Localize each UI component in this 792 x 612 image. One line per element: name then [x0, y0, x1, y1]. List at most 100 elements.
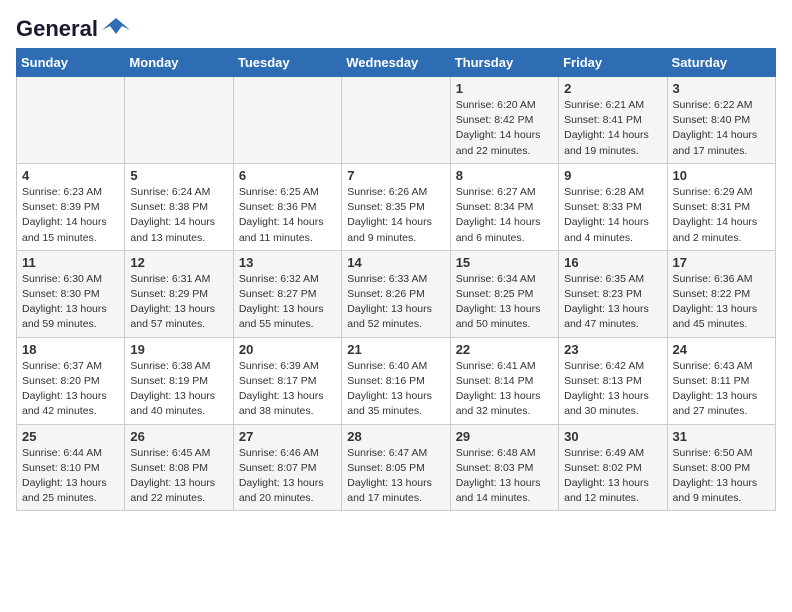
day-detail: Sunrise: 6:50 AMSunset: 8:00 PMDaylight:… — [673, 446, 770, 507]
day-number: 31 — [673, 429, 770, 444]
day-detail: Sunrise: 6:39 AMSunset: 8:17 PMDaylight:… — [239, 359, 336, 420]
day-detail: Sunrise: 6:40 AMSunset: 8:16 PMDaylight:… — [347, 359, 444, 420]
day-number: 3 — [673, 81, 770, 96]
day-cell — [125, 77, 233, 164]
day-number: 30 — [564, 429, 661, 444]
day-number: 26 — [130, 429, 227, 444]
day-number: 18 — [22, 342, 119, 357]
day-cell: 31 Sunrise: 6:50 AMSunset: 8:00 PMDayligh… — [667, 424, 775, 511]
day-detail: Sunrise: 6:24 AMSunset: 8:38 PMDaylight:… — [130, 185, 227, 246]
day-detail: Sunrise: 6:31 AMSunset: 8:29 PMDaylight:… — [130, 272, 227, 333]
day-detail: Sunrise: 6:30 AMSunset: 8:30 PMDaylight:… — [22, 272, 119, 333]
day-number: 7 — [347, 168, 444, 183]
day-cell: 4Sunrise: 6:23 AMSunset: 8:39 PMDaylight… — [17, 163, 125, 250]
day-number: 27 — [239, 429, 336, 444]
day-cell: 2 Sunrise: 6:21 AMSunset: 8:41 PMDaylight… — [559, 77, 667, 164]
day-number: 1 — [456, 81, 553, 96]
week-row-4: 18Sunrise: 6:37 AMSunset: 8:20 PMDayligh… — [17, 337, 776, 424]
week-row-5: 25 Sunrise: 6:44 AMSunset: 8:10 PMDayligh… — [17, 424, 776, 511]
day-cell: 22 Sunrise: 6:41 AMSunset: 8:14 PMDayligh… — [450, 337, 558, 424]
header-saturday: Saturday — [667, 49, 775, 77]
day-detail: Sunrise: 6:44 AMSunset: 8:10 PMDaylight:… — [22, 446, 119, 507]
header-monday: Monday — [125, 49, 233, 77]
day-detail: Sunrise: 6:41 AMSunset: 8:14 PMDaylight:… — [456, 359, 553, 420]
day-detail: Sunrise: 6:21 AMSunset: 8:41 PMDaylight:… — [564, 98, 661, 159]
day-number: 17 — [673, 255, 770, 270]
day-number: 25 — [22, 429, 119, 444]
day-detail: Sunrise: 6:47 AMSunset: 8:05 PMDaylight:… — [347, 446, 444, 507]
day-detail: Sunrise: 6:49 AMSunset: 8:02 PMDaylight:… — [564, 446, 661, 507]
day-detail: Sunrise: 6:36 AMSunset: 8:22 PMDaylight:… — [673, 272, 770, 333]
day-number: 24 — [673, 342, 770, 357]
day-detail: Sunrise: 6:33 AMSunset: 8:26 PMDaylight:… — [347, 272, 444, 333]
day-number: 10 — [673, 168, 770, 183]
day-number: 22 — [456, 342, 553, 357]
day-cell: 27 Sunrise: 6:46 AMSunset: 8:07 PMDayligh… — [233, 424, 341, 511]
calendar-header-row: SundayMondayTuesdayWednesdayThursdayFrid… — [17, 49, 776, 77]
day-detail: Sunrise: 6:46 AMSunset: 8:07 PMDaylight:… — [239, 446, 336, 507]
week-row-3: 11 Sunrise: 6:30 AMSunset: 8:30 PMDayligh… — [17, 250, 776, 337]
day-cell — [233, 77, 341, 164]
day-cell: 24 Sunrise: 6:43 AMSunset: 8:11 PMDayligh… — [667, 337, 775, 424]
logo-general-text: General — [16, 16, 98, 42]
day-cell: 29 Sunrise: 6:48 AMSunset: 8:03 PMDayligh… — [450, 424, 558, 511]
day-cell — [342, 77, 450, 164]
week-row-1: 1Sunrise: 6:20 AMSunset: 8:42 PMDaylight… — [17, 77, 776, 164]
day-cell — [17, 77, 125, 164]
day-detail: Sunrise: 6:43 AMSunset: 8:11 PMDaylight:… — [673, 359, 770, 420]
day-detail: Sunrise: 6:26 AMSunset: 8:35 PMDaylight:… — [347, 185, 444, 246]
day-number: 4 — [22, 168, 119, 183]
day-detail: Sunrise: 6:48 AMSunset: 8:03 PMDaylight:… — [456, 446, 553, 507]
day-number: 16 — [564, 255, 661, 270]
day-number: 11 — [22, 255, 119, 270]
day-cell: 12 Sunrise: 6:31 AMSunset: 8:29 PMDayligh… — [125, 250, 233, 337]
day-cell: 15Sunrise: 6:34 AMSunset: 8:25 PMDayligh… — [450, 250, 558, 337]
day-cell: 8Sunrise: 6:27 AMSunset: 8:34 PMDaylight… — [450, 163, 558, 250]
day-detail: Sunrise: 6:45 AMSunset: 8:08 PMDaylight:… — [130, 446, 227, 507]
logo: General — [16, 16, 130, 38]
day-cell: 13 Sunrise: 6:32 AMSunset: 8:27 PMDayligh… — [233, 250, 341, 337]
header-thursday: Thursday — [450, 49, 558, 77]
day-number: 13 — [239, 255, 336, 270]
day-cell: 21Sunrise: 6:40 AMSunset: 8:16 PMDayligh… — [342, 337, 450, 424]
day-number: 6 — [239, 168, 336, 183]
day-detail: Sunrise: 6:29 AMSunset: 8:31 PMDaylight:… — [673, 185, 770, 246]
page-header: General — [16, 16, 776, 38]
day-number: 12 — [130, 255, 227, 270]
week-row-2: 4Sunrise: 6:23 AMSunset: 8:39 PMDaylight… — [17, 163, 776, 250]
day-cell: 19 Sunrise: 6:38 AMSunset: 8:19 PMDayligh… — [125, 337, 233, 424]
day-detail: Sunrise: 6:35 AMSunset: 8:23 PMDaylight:… — [564, 272, 661, 333]
day-number: 9 — [564, 168, 661, 183]
day-cell: 5Sunrise: 6:24 AMSunset: 8:38 PMDaylight… — [125, 163, 233, 250]
day-number: 20 — [239, 342, 336, 357]
day-detail: Sunrise: 6:32 AMSunset: 8:27 PMDaylight:… — [239, 272, 336, 333]
day-detail: Sunrise: 6:42 AMSunset: 8:13 PMDaylight:… — [564, 359, 661, 420]
header-sunday: Sunday — [17, 49, 125, 77]
day-cell: 17 Sunrise: 6:36 AMSunset: 8:22 PMDayligh… — [667, 250, 775, 337]
day-number: 2 — [564, 81, 661, 96]
day-cell: 18Sunrise: 6:37 AMSunset: 8:20 PMDayligh… — [17, 337, 125, 424]
day-cell: 9Sunrise: 6:28 AMSunset: 8:33 PMDaylight… — [559, 163, 667, 250]
day-number: 8 — [456, 168, 553, 183]
header-wednesday: Wednesday — [342, 49, 450, 77]
day-cell: 11 Sunrise: 6:30 AMSunset: 8:30 PMDayligh… — [17, 250, 125, 337]
header-tuesday: Tuesday — [233, 49, 341, 77]
day-number: 29 — [456, 429, 553, 444]
day-number: 15 — [456, 255, 553, 270]
day-detail: Sunrise: 6:38 AMSunset: 8:19 PMDaylight:… — [130, 359, 227, 420]
header-friday: Friday — [559, 49, 667, 77]
day-detail: Sunrise: 6:22 AMSunset: 8:40 PMDaylight:… — [673, 98, 770, 159]
day-cell: 28 Sunrise: 6:47 AMSunset: 8:05 PMDayligh… — [342, 424, 450, 511]
day-cell: 7 Sunrise: 6:26 AMSunset: 8:35 PMDaylight… — [342, 163, 450, 250]
logo-bird-icon — [102, 16, 130, 38]
day-detail: Sunrise: 6:25 AMSunset: 8:36 PMDaylight:… — [239, 185, 336, 246]
day-cell: 26 Sunrise: 6:45 AMSunset: 8:08 PMDayligh… — [125, 424, 233, 511]
day-cell: 3 Sunrise: 6:22 AMSunset: 8:40 PMDaylight… — [667, 77, 775, 164]
day-number: 14 — [347, 255, 444, 270]
day-cell: 25 Sunrise: 6:44 AMSunset: 8:10 PMDayligh… — [17, 424, 125, 511]
day-number: 19 — [130, 342, 227, 357]
day-cell: 14 Sunrise: 6:33 AMSunset: 8:26 PMDayligh… — [342, 250, 450, 337]
day-cell: 30 Sunrise: 6:49 AMSunset: 8:02 PMDayligh… — [559, 424, 667, 511]
day-cell: 23Sunrise: 6:42 AMSunset: 8:13 PMDayligh… — [559, 337, 667, 424]
day-number: 28 — [347, 429, 444, 444]
